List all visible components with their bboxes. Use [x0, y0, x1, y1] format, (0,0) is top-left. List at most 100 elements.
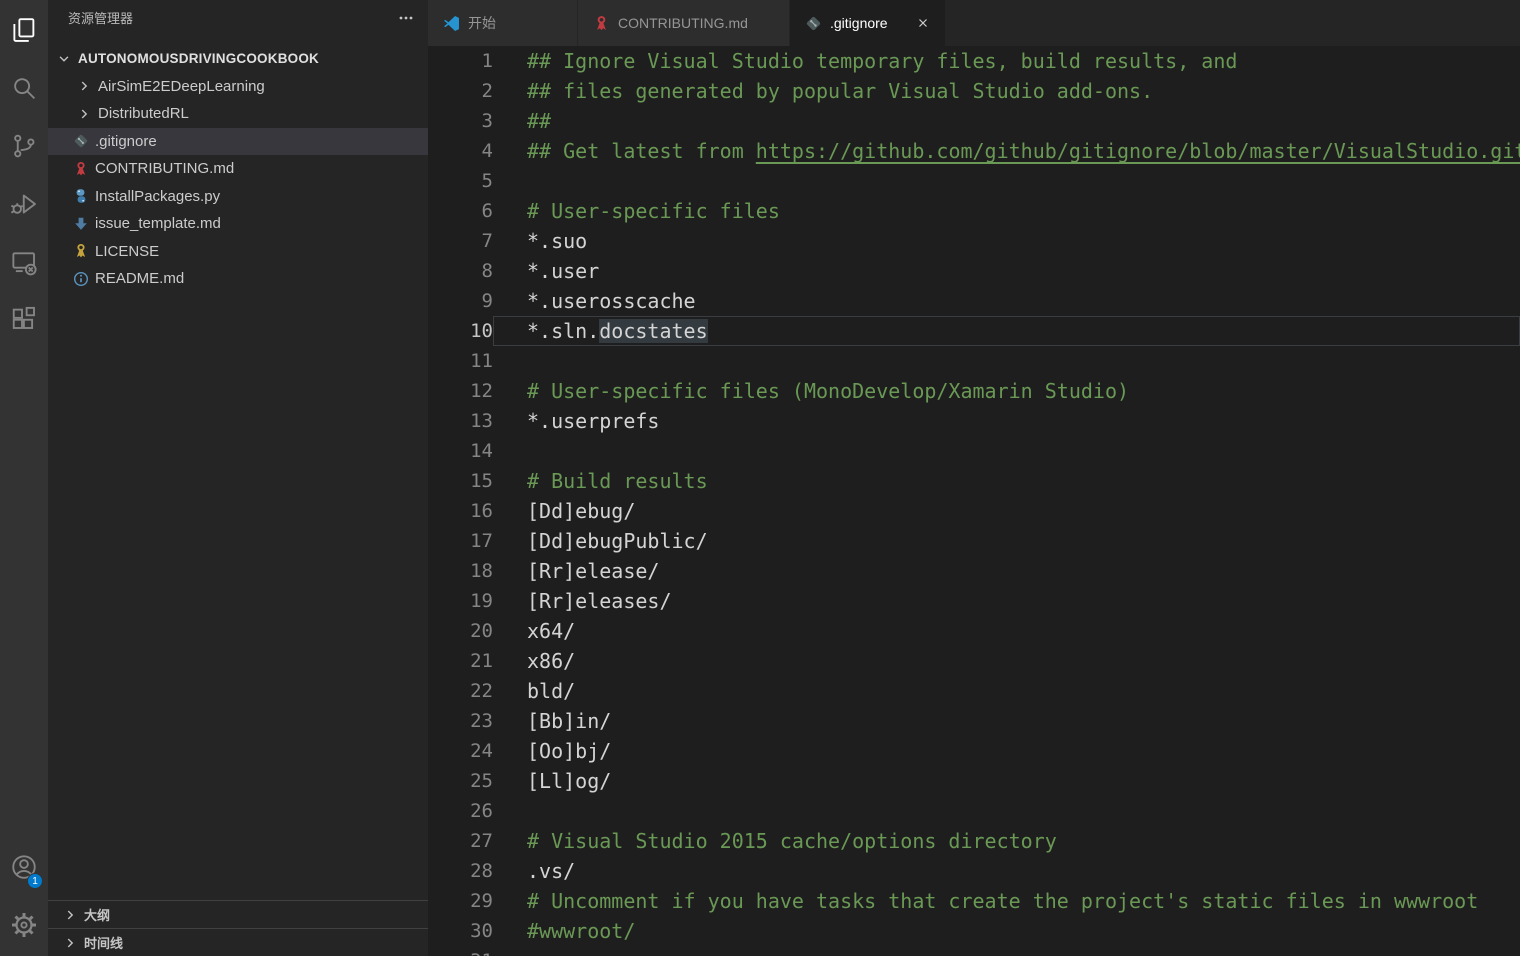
git-icon: [804, 14, 822, 32]
code-editor[interactable]: 1## Ignore Visual Studio temporary files…: [428, 46, 1520, 956]
code-line[interactable]: 2## files generated by popular Visual St…: [428, 76, 1520, 106]
code-line[interactable]: 4## Get latest from https://github.com/g…: [428, 136, 1520, 166]
tree-file-.gitignore[interactable]: .gitignore: [48, 128, 428, 156]
tree-item-label: AirSimE2EDeepLearning: [98, 78, 265, 95]
code-line[interactable]: 6# User-specific files: [428, 196, 1520, 226]
line-number: 6: [428, 196, 493, 226]
line-content: .vs/: [493, 856, 1520, 886]
activity-item-settings[interactable]: [0, 898, 48, 956]
line-number: 14: [428, 436, 493, 466]
code-line[interactable]: 14: [428, 436, 1520, 466]
line-content: [Bb]in/: [493, 706, 1520, 736]
line-number: 25: [428, 766, 493, 796]
line-number: 24: [428, 736, 493, 766]
code-line[interactable]: 18[Rr]elease/: [428, 556, 1520, 586]
code-line[interactable]: 27# Visual Studio 2015 cache/options dir…: [428, 826, 1520, 856]
line-number: 21: [428, 646, 493, 676]
code-line[interactable]: 17[Dd]ebugPublic/: [428, 526, 1520, 556]
search-icon: [9, 73, 39, 108]
activity-item-accounts[interactable]: 1: [0, 840, 48, 898]
code-line[interactable]: 9*.userosscache: [428, 286, 1520, 316]
code-line[interactable]: 23[Bb]in/: [428, 706, 1520, 736]
tree-file-InstallPackages.py[interactable]: InstallPackages.py: [48, 183, 428, 211]
tree-folder-DistributedRL[interactable]: DistributedRL: [48, 100, 428, 128]
tree-file-CONTRIBUTING.md[interactable]: CONTRIBUTING.md: [48, 155, 428, 183]
code-line[interactable]: 31: [428, 946, 1520, 956]
vscode-window: 1 资源管理器 AUTONOMOUSDRIVINGCOOKBOOK AirSimE…: [0, 0, 1520, 956]
line-content: ## Ignore Visual Studio temporary files,…: [493, 46, 1520, 76]
gear-icon: [9, 910, 39, 945]
line-content: # Uncomment if you have tasks that creat…: [493, 886, 1520, 916]
code-line[interactable]: 30#wwwroot/: [428, 916, 1520, 946]
ribbon-red-icon: [72, 161, 90, 177]
code-line[interactable]: 26: [428, 796, 1520, 826]
code-line[interactable]: 20x64/: [428, 616, 1520, 646]
line-content: [Rr]elease/: [493, 556, 1520, 586]
line-content: # Build results: [493, 466, 1520, 496]
code-line[interactable]: 25[Ll]og/: [428, 766, 1520, 796]
tree-file-README.md[interactable]: README.md: [48, 265, 428, 293]
tab-CONTRIBUTING.md[interactable]: CONTRIBUTING.md: [578, 0, 790, 46]
close-icon[interactable]: [913, 13, 933, 33]
code-line[interactable]: 12# User-specific files (MonoDevelop/Xam…: [428, 376, 1520, 406]
code-line[interactable]: 28.vs/: [428, 856, 1520, 886]
sidebar-panels: 大纲时间线: [48, 900, 428, 956]
tab-开始[interactable]: 开始: [428, 0, 578, 46]
tree-file-LICENSE[interactable]: LICENSE: [48, 238, 428, 266]
activity-item-search[interactable]: [0, 61, 48, 119]
tree-root-folder[interactable]: AUTONOMOUSDRIVINGCOOKBOOK: [48, 45, 428, 73]
code-line[interactable]: 11: [428, 346, 1520, 376]
activity-bar-top: [0, 3, 48, 351]
sidebar-title: 资源管理器: [68, 8, 133, 27]
code-line[interactable]: 22bld/: [428, 676, 1520, 706]
debug-icon: [9, 189, 39, 224]
activity-item-extensions[interactable]: [0, 293, 48, 351]
line-number: 5: [428, 166, 493, 196]
code-line[interactable]: 10*.sln.docstates: [428, 316, 1520, 346]
remote-icon: [9, 247, 39, 282]
activity-item-source-control[interactable]: [0, 119, 48, 177]
code-line[interactable]: 24[Oo]bj/: [428, 736, 1520, 766]
code-line[interactable]: 19[Rr]eleases/: [428, 586, 1520, 616]
sidebar-panel-timeline[interactable]: 时间线: [48, 928, 428, 956]
tree-folder-AirSimE2EDeepLearning[interactable]: AirSimE2EDeepLearning: [48, 73, 428, 101]
line-number: 20: [428, 616, 493, 646]
chevron-right-icon: [62, 907, 78, 923]
activity-item-explorer[interactable]: [0, 3, 48, 61]
code-line[interactable]: 16[Dd]ebug/: [428, 496, 1520, 526]
sidebar-explorer: 资源管理器 AUTONOMOUSDRIVINGCOOKBOOK AirSimE2E…: [48, 0, 428, 956]
extensions-icon: [9, 305, 39, 340]
code-line[interactable]: 13*.userprefs: [428, 406, 1520, 436]
code-line[interactable]: 1## Ignore Visual Studio temporary files…: [428, 46, 1520, 76]
tree-item-label: README.md: [95, 270, 184, 287]
tree-root-label: AUTONOMOUSDRIVINGCOOKBOOK: [78, 51, 319, 66]
line-content: [493, 346, 1520, 376]
sidebar-panel-outline[interactable]: 大纲: [48, 900, 428, 928]
source-control-icon: [9, 131, 39, 166]
panel-label: 时间线: [84, 933, 123, 952]
code-line[interactable]: 5: [428, 166, 1520, 196]
arrow-down-icon: [72, 216, 90, 232]
line-number: 18: [428, 556, 493, 586]
tab-.gitignore[interactable]: .gitignore: [790, 0, 946, 46]
tree-item-label: InstallPackages.py: [95, 188, 220, 205]
line-number: 19: [428, 586, 493, 616]
code-line[interactable]: 7*.suo: [428, 226, 1520, 256]
line-number: 13: [428, 406, 493, 436]
editor-group: 开始CONTRIBUTING.md.gitignore 1## Ignore V…: [428, 0, 1520, 956]
more-actions-icon[interactable]: [398, 10, 414, 26]
line-content: [Dd]ebugPublic/: [493, 526, 1520, 556]
code-line[interactable]: 3##: [428, 106, 1520, 136]
git-icon: [72, 133, 90, 149]
line-content: # Visual Studio 2015 cache/options direc…: [493, 826, 1520, 856]
code-line[interactable]: 8*.user: [428, 256, 1520, 286]
code-line[interactable]: 15# Build results: [428, 466, 1520, 496]
code-line[interactable]: 29# Uncomment if you have tasks that cre…: [428, 886, 1520, 916]
activity-item-remote-explorer[interactable]: [0, 235, 48, 293]
code-line[interactable]: 21x86/: [428, 646, 1520, 676]
tree-file-issue_template.md[interactable]: issue_template.md: [48, 210, 428, 238]
gitignore-url-link[interactable]: https://github.com/github/gitignore/blob…: [756, 139, 1520, 163]
tree-item-label: DistributedRL: [98, 105, 189, 122]
activity-item-run-and-debug[interactable]: [0, 177, 48, 235]
word-occurrence-highlight: docstates: [599, 319, 707, 343]
